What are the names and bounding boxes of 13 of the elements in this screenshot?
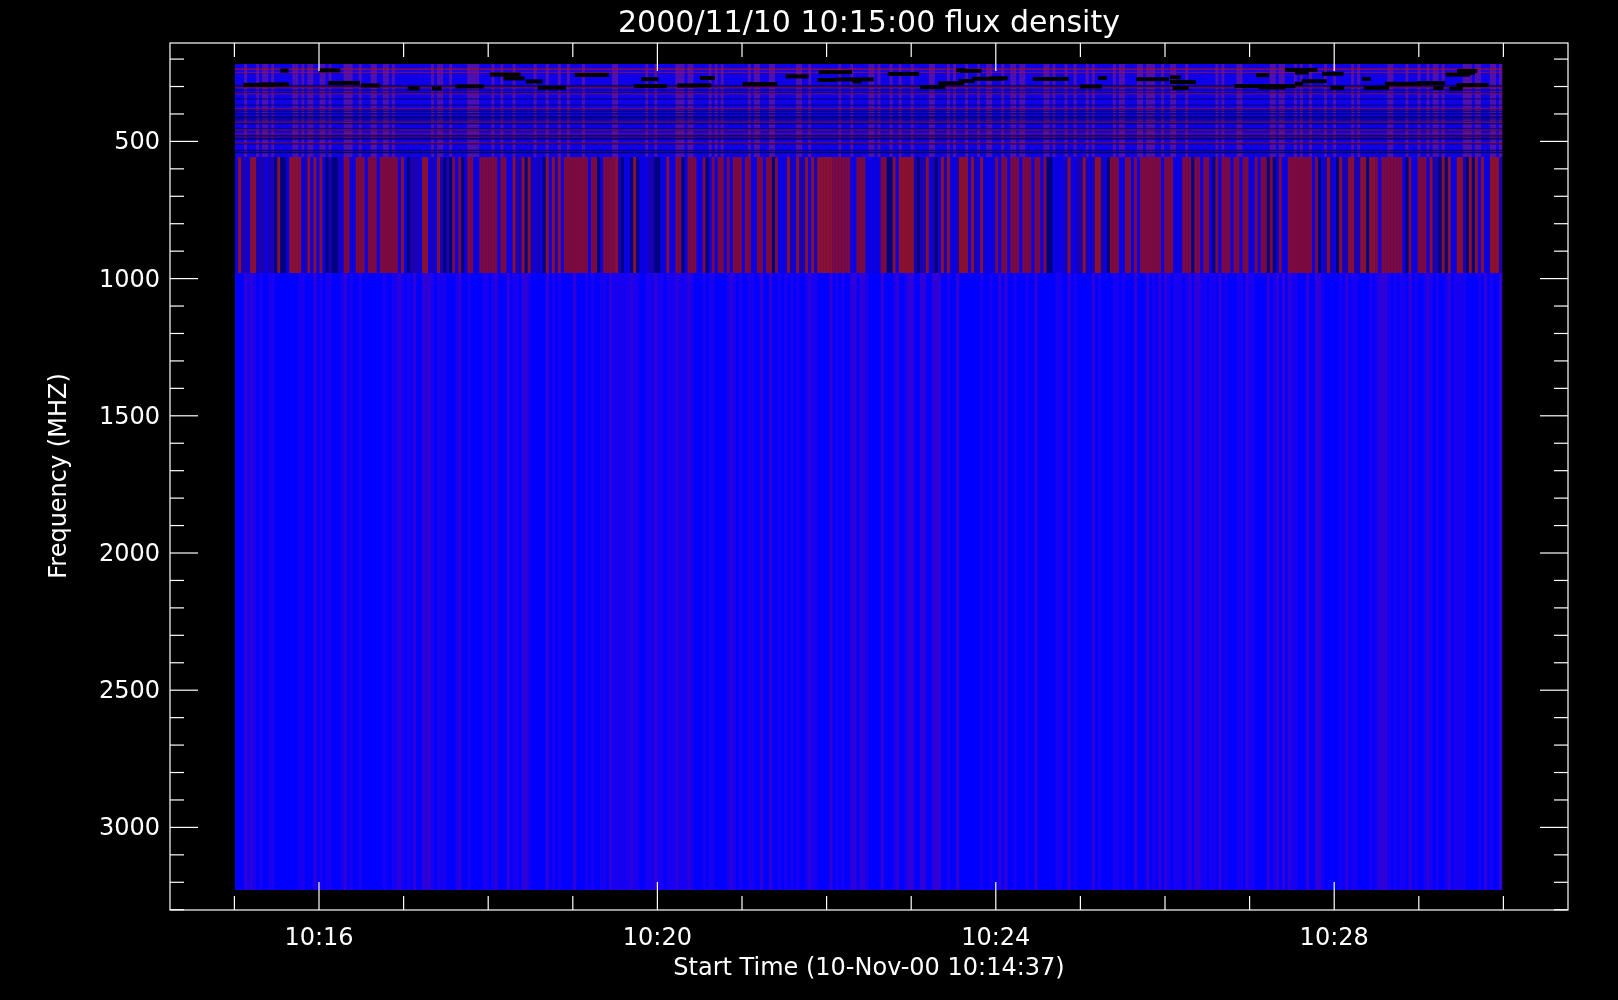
tick-label: 10:28 [1299,923,1369,951]
tick-label: 2000 [98,539,160,567]
tick-label: 1000 [98,264,160,293]
axis-title: Frequency (MHZ) [44,373,72,579]
tick-label: 500 [114,127,160,156]
tick-label: 10:16 [284,923,354,951]
axis-title: Start Time (10-Nov-00 10:14:37) [673,953,1065,981]
tick-label: 10:24 [961,923,1031,951]
plot-title: 2000/11/10 10:15:00 flux density [618,4,1120,39]
tick-label: 3000 [98,813,160,842]
tick-label: 10:20 [622,923,692,951]
tick-label: 1500 [98,401,160,430]
tick-label: 2500 [98,676,160,705]
